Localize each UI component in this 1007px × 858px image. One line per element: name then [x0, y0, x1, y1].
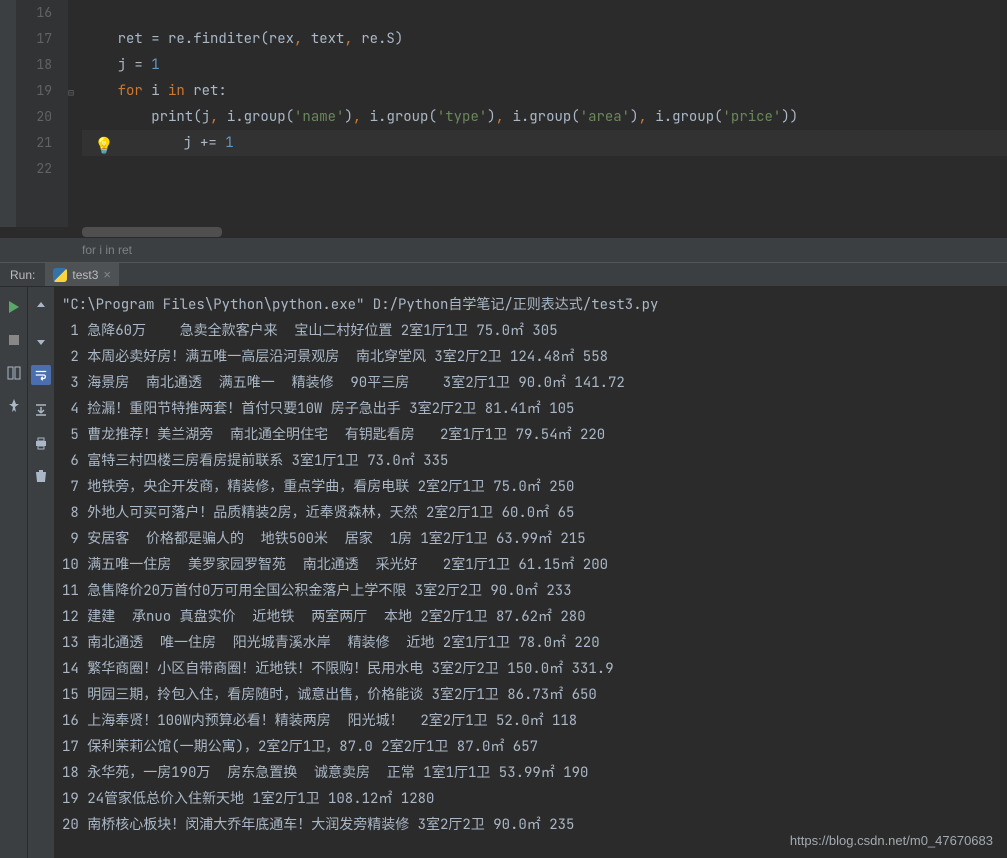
run-tab-bar: Run: test3 × [0, 263, 1007, 287]
code-line[interactable] [82, 156, 1007, 182]
run-tab[interactable]: test3 × [45, 263, 119, 286]
code-line[interactable]: j = 1 [82, 52, 1007, 78]
editor-side-rail [0, 0, 16, 227]
code-line[interactable]: for i in ret: [82, 78, 1007, 104]
run-tab-name: test3 [72, 268, 98, 282]
layout-button[interactable] [6, 365, 22, 381]
code-line[interactable]: print(j, i.group('name'), i.group('type'… [82, 104, 1007, 130]
fold-column[interactable]: ⊟ [68, 0, 82, 227]
breadcrumb-text: for i in ret [82, 243, 132, 257]
soft-wrap-button[interactable] [31, 365, 51, 385]
breadcrumb[interactable]: for i in ret [0, 237, 1007, 262]
stop-button[interactable] [6, 332, 22, 348]
up-button[interactable] [33, 299, 49, 315]
down-button[interactable] [33, 332, 49, 348]
close-icon[interactable]: × [103, 267, 111, 282]
code-editor[interactable]: 16171819202122 ⊟ ret = re.finditer(rex, … [0, 0, 1007, 262]
console-output[interactable]: "C:\Program Files\Python\python.exe" D:/… [54, 287, 1007, 858]
python-icon [53, 268, 67, 282]
rerun-button[interactable] [6, 299, 22, 315]
trash-button[interactable] [33, 468, 49, 484]
run-label: Run: [0, 268, 45, 282]
run-tool-window: Run: test3 × "C:\Program Files\Python\py… [0, 262, 1007, 858]
print-button[interactable] [33, 435, 49, 451]
code-line[interactable]: ret = re.finditer(rex, text, re.S) [82, 26, 1007, 52]
scroll-to-end-button[interactable] [33, 402, 49, 418]
gutter: 16171819202122 [16, 0, 68, 227]
code-body[interactable]: ret = re.finditer(rex, text, re.S) j = 1… [82, 0, 1007, 227]
run-toolbar-left2 [27, 287, 54, 858]
horizontal-scrollbar[interactable] [82, 227, 1007, 237]
watermark: https://blog.csdn.net/m0_47670683 [790, 833, 993, 848]
pin-button[interactable] [6, 398, 22, 414]
code-line[interactable] [82, 0, 1007, 26]
code-line[interactable]: 💡 j += 1 [82, 130, 1007, 156]
intention-bulb-icon[interactable]: 💡 [94, 133, 112, 151]
run-toolbar-left [0, 287, 27, 858]
